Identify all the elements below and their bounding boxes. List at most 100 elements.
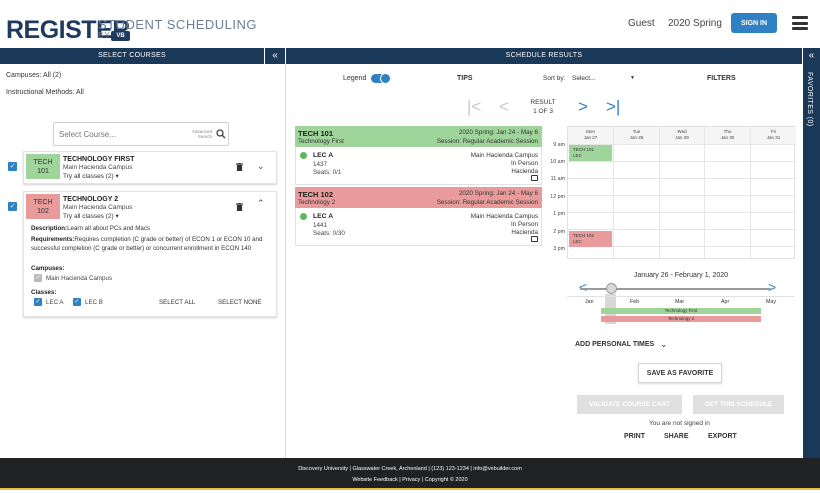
course-requirements: Requirements:Requires completion (C grad… [31, 236, 271, 253]
day-date: Jan 30 [720, 135, 735, 140]
class-checkbox-lec-a[interactable]: ✓ [34, 298, 42, 306]
panel-divider [285, 64, 286, 458]
select-all-button[interactable]: SELECT ALL [159, 299, 195, 306]
section-seats: Seats: 0/1 [313, 169, 342, 176]
class-checkbox-lec-b[interactable]: ✓ [73, 298, 81, 306]
day-header-mon: Mon Jan 27 [568, 127, 613, 144]
campus-option-label: Main Hacienda Campus [46, 275, 113, 282]
hour-label: 3 pm [553, 246, 565, 252]
schedule-course-session: Session: Regular Academic Session [436, 199, 538, 206]
last-result-icon[interactable]: >| [606, 97, 620, 117]
campuses-filter[interactable]: Campuses: All (2) [6, 72, 61, 79]
get-this-schedule-button[interactable]: GET THIS SCHEDULE [693, 395, 784, 414]
section-crn: 1441 [313, 222, 328, 229]
footer [0, 458, 820, 488]
schedule-course-term: 2020 Spring: Jan 24 - May 6 [458, 129, 538, 136]
validate-course-cart-button[interactable]: VALIDATE COURSE CART [577, 395, 682, 414]
course-search-box[interactable]: Advanced Search [53, 122, 229, 146]
advanced-search-line2[interactable]: Search [190, 134, 212, 139]
save-as-favorite-button[interactable]: SAVE AS FAVORITE [638, 363, 722, 383]
tips-button[interactable]: TIPS [457, 75, 473, 82]
section-mode: In Person [511, 221, 538, 228]
day-header-wed: Wed Jan 29 [659, 127, 704, 144]
favorites-label[interactable]: FAVORITES (0) [806, 72, 813, 126]
filters-button[interactable]: FILTERS [707, 75, 736, 82]
campuses-filter-value[interactable]: All (2) [43, 72, 61, 79]
caret-down-icon[interactable]: ▼ [630, 75, 635, 81]
methods-filter[interactable]: Instructional Methods: All [6, 89, 84, 96]
favorites-sidebar[interactable]: FAVORITES (0) [803, 64, 820, 458]
previous-result-icon[interactable]: < [499, 97, 509, 117]
week-calendar: Mon Jan 27 Tue Jan 28 Wed Jan 29 Thu Jan 30 … [567, 126, 796, 260]
course-search-input[interactable] [59, 128, 179, 141]
course-code-line2: 102 [37, 208, 49, 215]
day-date: Jan 28 [629, 135, 644, 140]
sort-by-select[interactable]: Select... [572, 75, 595, 82]
timeline-slider-thumb[interactable] [606, 283, 617, 294]
calendar-event-tech102[interactable]: TECH 102 LEC [569, 231, 612, 247]
share-button[interactable]: SHARE [664, 433, 689, 440]
section-room: Hacienda [511, 168, 538, 175]
day-header-thu: Thu Jan 30 [704, 127, 750, 144]
campus-checkbox[interactable]: ✓ [34, 274, 42, 282]
course-code-line1: TECH [33, 199, 53, 206]
hour-label: 9 am [553, 142, 565, 148]
add-personal-times-button[interactable]: ADD PERSONAL TIMES [575, 341, 654, 348]
hour-label: 1 pm [553, 211, 565, 217]
section-name: LEC A [313, 213, 334, 220]
print-button[interactable]: PRINT [624, 433, 645, 440]
footer-accent-line [0, 488, 820, 490]
try-all-classes-dropdown[interactable]: Try all classes (2) ▾ [63, 212, 119, 220]
term-selector[interactable]: 2020 Spring [668, 18, 722, 29]
select-none-button[interactable]: SELECT NONE [218, 299, 262, 306]
section-campus: Main Hacienda Campus [470, 152, 538, 159]
logo-subtitle: STUDENT SCHEDULING [98, 17, 258, 32]
course-checkbox-tech102[interactable]: ✓ [8, 202, 17, 211]
schedule-course-session: Session: Regular Academic Session [436, 138, 538, 145]
info-icon[interactable] [531, 236, 538, 242]
hamburger-menu-icon[interactable] [792, 16, 808, 30]
schedule-course-name: Technology 2 [298, 199, 336, 206]
course-card-tech101: TECH 101 TECHNOLOGY FIRST Main Hacienda … [23, 151, 277, 184]
campuses-filter-label: Campuses: [6, 72, 42, 79]
class-label-lec-a: LEC A [46, 299, 64, 306]
calendar-event-tech101[interactable]: TECH 101 LEC [569, 145, 612, 161]
section-campus: Main Hacienda Campus [470, 213, 538, 220]
description-text: Learn all about PCs and Macs [67, 225, 151, 232]
collapse-right-icon[interactable]: « [803, 48, 820, 64]
search-icon[interactable] [216, 129, 226, 139]
next-result-icon[interactable]: > [578, 97, 588, 117]
timeline-bar-tech102: Technology 2 [601, 316, 761, 322]
export-button[interactable]: EXPORT [708, 433, 737, 440]
chevron-down-icon[interactable]: ⌄ [257, 161, 265, 172]
legend-toggle[interactable] [371, 73, 391, 84]
event-type: LEC [573, 152, 582, 158]
info-icon[interactable] [531, 175, 538, 181]
try-all-label[interactable]: Try all classes (2) [63, 213, 114, 220]
sort-by-label: Sort by: [543, 75, 566, 82]
trash-icon[interactable] [236, 203, 243, 211]
trash-icon[interactable] [236, 163, 243, 171]
try-all-classes-dropdown[interactable]: Try all classes (2) ▾ [63, 172, 119, 180]
next-week-icon[interactable]: > [768, 279, 776, 295]
logo-by: BY [98, 31, 111, 40]
footer-links[interactable]: Website Feedback | Privacy | Copyright ©… [0, 477, 820, 483]
methods-filter-value[interactable]: All [76, 89, 84, 96]
previous-week-icon[interactable]: < [579, 279, 587, 295]
section-mode: In Person [511, 160, 538, 167]
try-all-label[interactable]: Try all classes (2) [63, 173, 114, 180]
schedule-course-header: TECH 102 Technology 2 2020 Spring: Jan 2… [295, 187, 542, 208]
hour-label: 11 am [550, 176, 565, 182]
schedule-section: LEC A 1441 Seats: 0/30 Main Hacienda Cam… [295, 208, 542, 246]
sign-in-button[interactable]: SIGN IN [731, 13, 777, 33]
schedule-course-code: TECH 102 [298, 190, 334, 199]
advanced-search-link[interactable]: Advanced Search [190, 129, 212, 139]
course-checkbox-tech101[interactable]: ✓ [8, 162, 17, 171]
chevron-down-icon[interactable]: ⌄ [660, 339, 668, 350]
course-code-line1: TECH [33, 159, 53, 166]
chevron-up-icon[interactable]: ⌃ [257, 198, 265, 209]
grid-line [568, 178, 796, 179]
month-label: May [766, 299, 777, 305]
first-result-icon[interactable]: |< [467, 97, 481, 117]
collapse-left-icon[interactable]: « [265, 48, 285, 64]
